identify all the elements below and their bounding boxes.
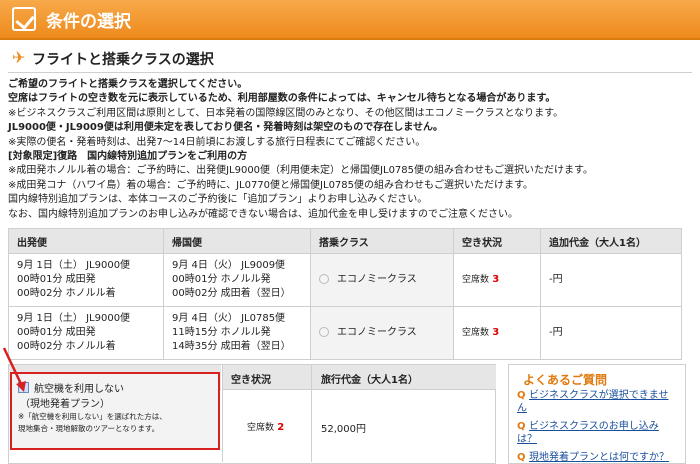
col-outbound: 出発便 (8, 228, 164, 254)
intro-line: ※ビジネスクラスご利用区間は原則として、日本発着の国際線区間のみとなり、その他区… (8, 107, 564, 119)
class-select[interactable]: エコノミークラス (310, 306, 454, 360)
intro-text: ご希望のフライトと搭乗クラスを選択してください。空席はフライトの空き数を元に表示… (8, 78, 692, 222)
col-availability: 空き状況 (453, 228, 541, 254)
faq-title: よくあるご質問 (523, 373, 608, 387)
plan-col-availability: 空き状況 (231, 375, 271, 386)
arrow-annotation-icon (2, 347, 26, 392)
section-title: フライトと搭乗クラスの選択 (32, 52, 214, 68)
q-icon: Q (517, 421, 526, 432)
outbound-flight: 9月 1日（土） JL9000便 00時01分 成田発 00時02分 ホノルル着 (8, 253, 164, 307)
availability: 空席数 3 (453, 306, 541, 360)
faq-item-2[interactable]: Q ビジネスクラスのお申し込みは？ (517, 420, 677, 446)
flight-row[interactable]: 9月 1日（土） JL9000便 00時01分 成田発 00時02分 ホノルル着 9月… (8, 306, 682, 360)
return-flight: 9月 4日（火） JL0785便 11時15分 ホノルル発 14時35分 成田着（翌… (163, 306, 311, 360)
intro-line: 国内線特別追加プランは、本体コースのご予約後に「追加プラン」よりお申し込みくださ… (8, 194, 428, 206)
faq-item-3[interactable]: Q 現地発着プランとは何ですか？ (517, 451, 677, 464)
intro-line: [対象限定]復路 国内線特別追加プランをご利用の方 (8, 151, 248, 163)
col-class: 搭乗クラス (310, 228, 454, 254)
flight-table: 出発便 帰国便 搭乗クラス 空き状況 追加代金（大人1名） 9月 1日（土） J… (8, 228, 682, 360)
plan-col-price: 旅行代金（大人1名） (321, 375, 418, 386)
class-radio[interactable] (319, 274, 329, 284)
no-flight-option[interactable]: 航空機を利用しない （現地発着プラン） ※「航空機を利用しない」を選ばれた方は、… (10, 372, 220, 450)
airplane-icon: ✈ (12, 48, 26, 67)
additional-price: -円 (540, 306, 682, 360)
return-flight: 9月 4日（火） JL9009便 00時01分 ホノルル発 00時02分 成田着（翌… (163, 253, 311, 307)
page-header: 条件の選択 (0, 0, 700, 40)
col-price: 追加代金（大人1名） (540, 228, 682, 254)
checkbox-icon (12, 7, 36, 31)
no-flight-label: 航空機を利用しない (34, 384, 124, 395)
availability: 空席数 3 (453, 253, 541, 307)
intro-line: ※成田発コナ（ハワイ島）着の場合：ご予約時に、JL0770便と帰国便JL0785… (8, 179, 534, 191)
no-flight-note-2: 現地集合・現地解散のツアーとなります。 (18, 424, 160, 433)
intro-line: ご希望のフライトと搭乗クラスを選択してください。 (8, 79, 248, 90)
class-select[interactable]: エコノミークラス (310, 253, 454, 307)
no-flight-note-1: ※「航空機を利用しない」を選ばれた方は、 (18, 412, 167, 421)
q-icon: Q (517, 390, 526, 401)
plan-availability: 空席数 2 (247, 422, 285, 433)
col-return: 帰国便 (163, 228, 311, 254)
q-icon: Q (517, 452, 526, 463)
plan-price: 52,000円 (321, 424, 366, 435)
intro-line: ※実際の便名・発着時刻は、出発7〜14日前頃にお渡しする旅行日程表にてご確認くだ… (8, 136, 426, 148)
faq-box: よくあるご質問 Q ビジネスクラスが選択できません Q ビジネスクラスのお申し込みは… (508, 364, 686, 464)
flight-row[interactable]: 9月 1日（土） JL9000便 00時01分 成田発 00時02分 ホノルル着 9月… (8, 253, 682, 307)
intro-line: JL9000便・JL9009便は利用便未定を表しており便名・発着時刻は架空のもの… (8, 122, 443, 134)
no-flight-sublabel: （現地発着プラン） (20, 399, 110, 410)
outbound-flight: 9月 1日（土） JL9000便 00時01分 成田発 00時02分 ホノルル着 (8, 306, 164, 360)
intro-line: 空席はフライトの空き数を元に表示しているため、利用部屋数の条件によっては、キャン… (8, 93, 556, 105)
section-header: ✈ フライトと搭乗クラスの選択 (8, 46, 692, 73)
intro-line: なお、国内線特別追加プランのお申し込みが確認できない場合は、追加代金を申し受けま… (8, 208, 518, 220)
page-title: 条件の選択 (46, 12, 131, 32)
additional-price: -円 (540, 253, 682, 307)
intro-line: ※成田発ホノルル着の場合：ご予約時に、出発便JL9000便（利用便未定）と帰国便… (8, 165, 594, 177)
faq-item-1[interactable]: Q ビジネスクラスが選択できません (517, 389, 677, 415)
class-radio[interactable] (319, 327, 329, 337)
